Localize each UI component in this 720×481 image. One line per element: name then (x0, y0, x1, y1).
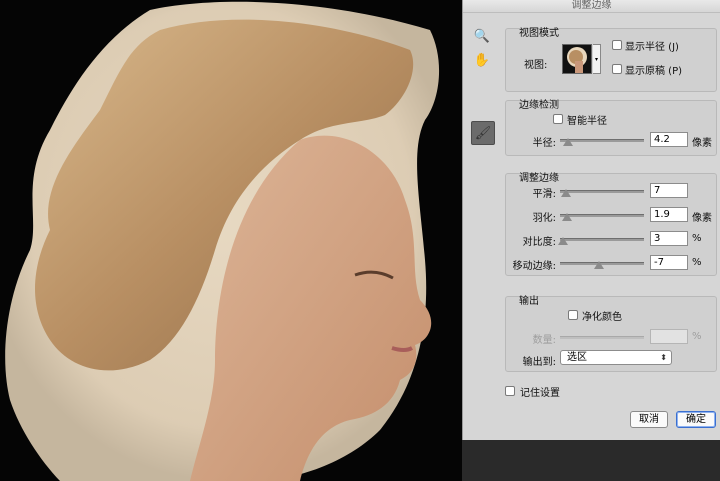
image-canvas[interactable] (0, 0, 462, 481)
amount-slider (560, 336, 644, 339)
decontaminate-checkbox[interactable] (568, 310, 578, 320)
smart-radius-checkbox[interactable] (553, 114, 563, 124)
shift-edge-slider-thumb[interactable] (593, 261, 604, 269)
show-original-label: 显示原稿 (P) (625, 66, 683, 77)
contrast-unit: % (692, 233, 702, 244)
zoom-icon[interactable]: 🔍 (471, 25, 493, 47)
view-mode-section: 视图模式 视图: ▾ 显示半径 (J) 显示原稿 (P) (505, 28, 717, 92)
shift-edge-unit: % (692, 257, 702, 268)
smooth-input[interactable]: 7 (650, 183, 688, 198)
adjust-edge-section: 调整边缘 平滑: 7 羽化: 1.9 像素 对比度: 3 % 移动边缘: -7 … (505, 173, 717, 276)
contrast-label: 对比度: (522, 237, 556, 248)
radius-input[interactable]: 4.2 (650, 132, 688, 147)
dialog-title: 调整边缘 (463, 0, 720, 13)
remember-settings-label: 记住设置 (520, 388, 560, 399)
portrait-image (0, 0, 462, 481)
output-to-label: 输出到: (522, 357, 556, 368)
ok-button[interactable]: 确定 (676, 411, 716, 428)
feather-slider[interactable] (560, 214, 644, 217)
radius-label: 半径: (532, 138, 556, 149)
contrast-slider[interactable] (560, 238, 644, 241)
select-arrows-icon: ⬍ (660, 353, 667, 362)
smooth-label: 平滑: (532, 189, 556, 200)
background-panel (462, 440, 720, 481)
amount-input (650, 329, 688, 344)
amount-unit: % (692, 331, 702, 342)
shift-edge-input[interactable]: -7 (650, 255, 688, 270)
hand-icon[interactable]: ✋ (471, 49, 493, 71)
tool-strip: 🔍 ✋ 🖌 (471, 25, 497, 147)
feather-input[interactable]: 1.9 (650, 207, 688, 222)
show-radius-checkbox[interactable] (612, 40, 622, 50)
smooth-slider-thumb[interactable] (560, 189, 571, 197)
output-to-select[interactable]: 选区 ⬍ (560, 350, 672, 365)
view-thumbnail[interactable] (562, 44, 592, 74)
radius-unit: 像素 (692, 138, 712, 149)
feather-unit: 像素 (692, 213, 712, 224)
feather-slider-thumb[interactable] (561, 213, 572, 221)
shift-edge-label: 移动边缘: (512, 261, 556, 272)
output-section: 输出 净化颜色 数量: % 输出到: 选区 ⬍ (505, 296, 717, 372)
radius-slider-thumb[interactable] (563, 138, 574, 146)
amount-label: 数量: (532, 335, 556, 346)
view-dropdown-icon[interactable]: ▾ (593, 44, 601, 74)
show-radius-label: 显示半径 (J) (625, 42, 679, 53)
cancel-button[interactable]: 取消 (630, 411, 668, 428)
smart-radius-label: 智能半径 (567, 116, 607, 127)
edge-detection-title: 边缘检测 (519, 100, 559, 111)
show-original-checkbox[interactable] (612, 64, 622, 74)
output-title: 输出 (519, 296, 539, 307)
view-mode-title: 视图模式 (519, 28, 559, 39)
refine-radius-brush-icon[interactable]: 🖌 (471, 121, 495, 145)
edge-detection-section: 边缘检测 智能半径 半径: 4.2 像素 (505, 100, 717, 156)
contrast-slider-thumb[interactable] (557, 237, 568, 245)
remember-settings-checkbox[interactable] (505, 386, 515, 396)
smooth-slider[interactable] (560, 190, 644, 193)
view-label: 视图: (524, 60, 548, 71)
decontaminate-label: 净化颜色 (582, 312, 622, 323)
contrast-input[interactable]: 3 (650, 231, 688, 246)
output-to-value: 选区 (567, 352, 587, 363)
feather-label: 羽化: (532, 213, 556, 224)
refine-edge-dialog: 调整边缘 🔍 ✋ 🖌 视图模式 视图: ▾ 显示半径 (J) 显示原稿 (P) … (462, 0, 720, 440)
adjust-edge-title: 调整边缘 (519, 173, 559, 184)
